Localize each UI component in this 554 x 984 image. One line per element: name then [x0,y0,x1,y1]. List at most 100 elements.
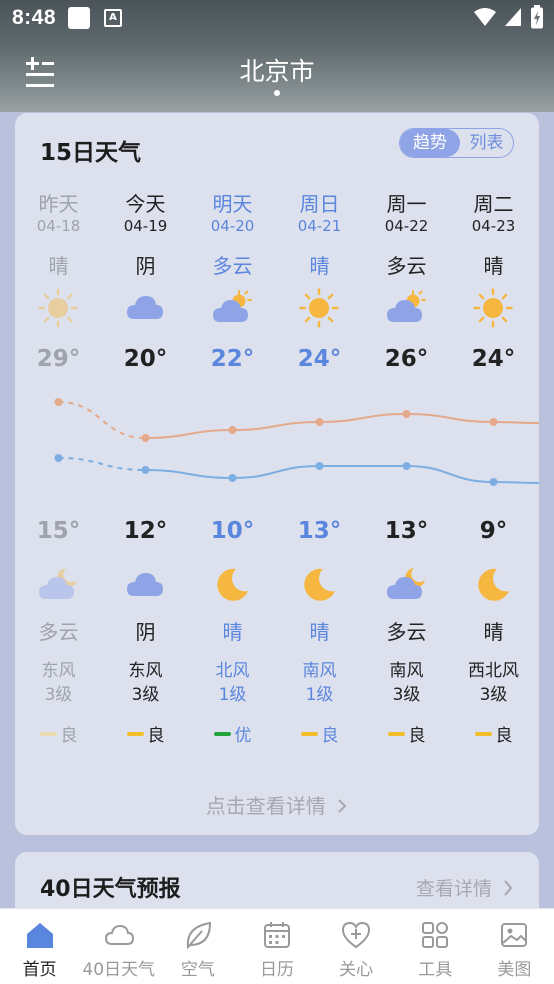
wind-direction: 北风 [215,661,250,681]
wind-level: 3级 [131,685,160,705]
low-temp-line-forecast-segment [145,465,539,484]
day-date: 04-20 [210,217,255,235]
partly-cloudy-icon [212,288,252,328]
aqi-bar [300,731,318,736]
night-weather: 晴 [309,620,330,644]
moon-icon [299,565,339,605]
tab-heart-plus[interactable]: 关心 [317,909,396,984]
high-temp-line-point [54,398,63,406]
high-temp-line-point [228,426,237,434]
low-temp-line-point [141,466,150,474]
leaf-icon [186,921,211,950]
day-date: 04-23 [471,217,516,235]
aqi-bar [126,731,144,736]
night-weather: 多云 [38,620,79,644]
tab-calendar[interactable]: 日历 [237,909,316,984]
high-temp-line-forecast-segment [145,412,539,439]
tab-label: 美图 [497,960,532,980]
aqi-label: 优 [234,726,252,746]
air-quality: 良 [450,721,537,746]
tools-icon [422,922,449,948]
bottom-tab-bar: 首页 40日天气 空气 日历 关心 工具 美图 [0,908,554,984]
day-weather: 阴 [135,254,156,278]
air-quality: 良 [102,721,189,746]
tab-cloud[interactable]: 40日天气 [79,909,158,984]
aqi-label: 良 [408,726,426,746]
sun-icon [473,288,513,328]
low-temp-line-point [402,462,411,470]
wind-level: 1级 [305,685,334,705]
overcast-icon [125,565,165,605]
wind-level: 1级 [218,685,247,705]
chevron-right-icon [338,799,347,813]
low-temp-line-point [54,454,63,462]
day-weather: 多云 [386,254,427,278]
day-date: 04-22 [384,217,429,235]
forecast-40-more-label: 查看详情 [415,878,492,900]
night-weather: 多云 [386,620,427,644]
cloudy-night-icon [38,565,78,605]
wind-direction: 东风 [41,661,76,681]
cloudy-night-icon [386,565,426,605]
tab-label: 工具 [418,960,453,980]
day-date: 04-21 [297,217,342,235]
high-temp-line-point [402,410,411,418]
status-time: 8:48 [12,6,57,29]
low-temp-line-point [228,474,237,482]
day-weather: 晴 [48,254,69,278]
high-temp: 24° [471,346,516,372]
day-label: 周一 [386,192,427,216]
tab-image[interactable]: 美图 [475,909,554,984]
day-label: 明天 [212,192,253,216]
chevron-right-icon [504,880,513,896]
notification-icon [68,7,90,29]
day-label: 周日 [299,192,340,216]
city-title[interactable]: 北京市 [0,52,554,88]
day-label: 今天 [125,192,166,216]
aqi-label: 良 [147,726,165,746]
aqi-bar [213,731,231,736]
high-temp-line-point [315,418,324,426]
aqi-bar [39,731,57,736]
tab-label: 日历 [259,960,294,980]
day-label: 昨天 [38,192,79,216]
high-temp: 26° [384,346,429,372]
aqi-bar [474,731,492,736]
tab-leaf[interactable]: 空气 [158,909,237,984]
image-icon [501,923,528,947]
aqi-bar [387,731,405,736]
forecast-40-title: 40日天气预报 [40,877,181,902]
day-label: 周二 [473,192,514,216]
wind-level: 3级 [44,685,73,705]
view-details-link[interactable]: 点击查看详情 [15,790,539,819]
aqi-label: 良 [321,726,339,746]
air-quality: 优 [189,721,276,746]
tab-label: 首页 [22,960,57,980]
high-temp: 29° [36,346,81,372]
forecast-40-more[interactable]: 查看详情 [416,874,514,901]
high-temp: 20° [123,346,168,372]
tab-label: 关心 [339,960,374,980]
day-date: 04-19 [123,217,168,235]
night-weather: 晴 [222,620,243,644]
low-temp-line-past-segment [58,457,146,471]
moon-icon [473,565,513,605]
night-weather: 晴 [483,620,504,644]
low-temp-line-point [489,478,498,486]
home-icon [26,923,53,948]
day-date: 04-18 [36,217,81,235]
view-details-label: 点击查看详情 [205,794,326,818]
aqi-label: 良 [60,726,78,746]
day-weather: 晴 [309,254,330,278]
cloud-icon [104,924,134,945]
air-quality: 良 [276,721,363,746]
heart-plus-icon [342,921,371,949]
high-temp-line-point [141,434,150,442]
tab-tools[interactable]: 工具 [396,909,475,984]
wind-level: 3级 [479,685,508,705]
tab-home[interactable]: 首页 [0,909,79,984]
sun-icon [38,288,78,328]
temperature-curve [54,398,539,486]
signal-icon [505,8,521,26]
high-temp: 22° [210,346,255,372]
